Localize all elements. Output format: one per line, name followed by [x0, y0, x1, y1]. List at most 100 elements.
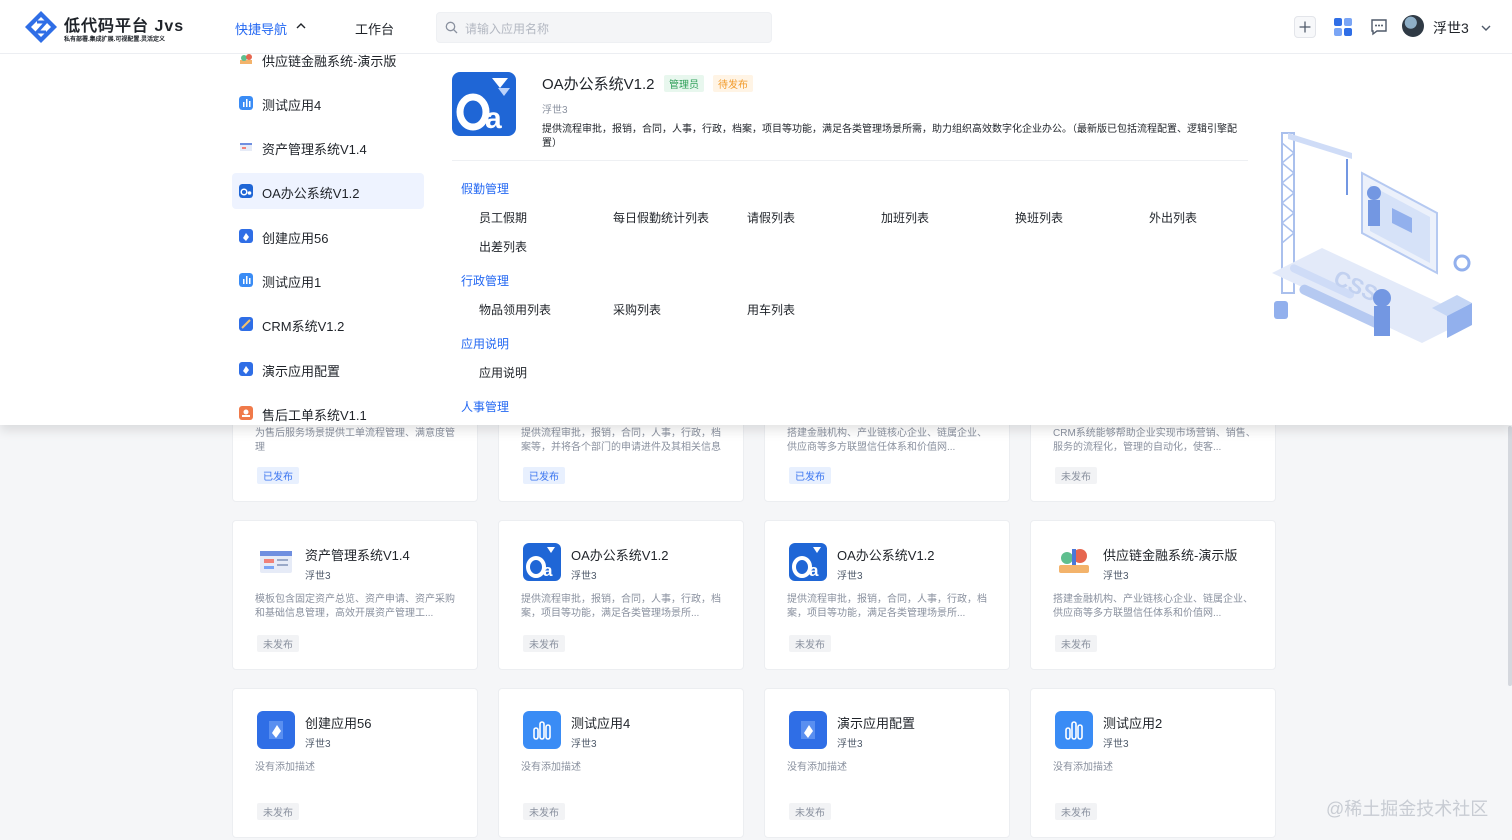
- status-badge: 未发布: [1055, 803, 1097, 820]
- sidebar-item-app[interactable]: OA办公系统V1.2: [232, 173, 424, 209]
- sidebar-item-app[interactable]: 资产管理系统V1.4: [232, 129, 424, 165]
- blue-app-icon: [239, 362, 253, 376]
- sidebar-item-app[interactable]: 测试应用4: [232, 85, 424, 121]
- asset-icon: [260, 551, 292, 573]
- oa-icon: a: [789, 543, 827, 581]
- menu-link[interactable]: 换班列表: [1015, 209, 1063, 226]
- card-description: 没有添加描述: [787, 762, 847, 773]
- card-description: 为售后服务场景提供工单流程管理、满意度管理: [255, 428, 455, 453]
- status-badge: 已发布: [789, 467, 831, 484]
- menu-group-title: 假勤管理: [461, 182, 510, 196]
- app-card[interactable]: 供应链金融系统-演示版 浮世3 搭建金融机构、产业链核心企业、链属企业、供应商等…: [1030, 520, 1276, 670]
- sidebar-item-app[interactable]: 售后工单系统V1.1: [232, 395, 424, 425]
- search-box[interactable]: [436, 12, 772, 43]
- search-input[interactable]: [463, 17, 767, 41]
- sidebar-item-app[interactable]: 创建应用56: [232, 218, 424, 254]
- menu-link[interactable]: 出差列表: [479, 238, 527, 255]
- card-title: 资产管理系统V1.4: [305, 548, 410, 563]
- menu-group-title: 应用说明: [461, 337, 510, 351]
- menu-link[interactable]: 外出列表: [1149, 209, 1197, 226]
- chart-app-icon: [239, 96, 253, 110]
- asset-icon: [240, 143, 252, 151]
- svg-text:a: a: [809, 561, 819, 580]
- status-badge: 未发布: [523, 803, 565, 820]
- card-description: 没有添加描述: [521, 762, 581, 773]
- top-header: 低代码平台 Jvs 私有部署.集成扩展.可视配置.灵活定义 快捷导航 工作台 浮…: [0, 0, 1512, 54]
- user-name[interactable]: 浮世3: [1433, 18, 1469, 38]
- sidebar-item-app[interactable]: CRM系统V1.2: [232, 306, 424, 342]
- sidebar-item-app[interactable]: 测试应用1: [232, 262, 424, 298]
- chevron-down-icon[interactable]: [1480, 22, 1492, 34]
- sidebar-item-label: 测试应用4: [262, 98, 322, 113]
- menu-link[interactable]: 应用说明: [479, 364, 527, 381]
- card-title: OA办公系统V1.2: [571, 548, 669, 563]
- crm-icon: [239, 317, 253, 331]
- card-description: 没有添加描述: [1053, 762, 1113, 773]
- sidebar-item-label: 供应链金融系统-演示版: [262, 54, 397, 69]
- card-title: 测试应用2: [1103, 716, 1163, 731]
- card-description: 搭建金融机构、产业链核心企业、链属企业、供应商等多方联盟信任体系和价值网...: [787, 428, 987, 453]
- app-card[interactable]: a OA办公系统V1.2 浮世3 提供流程审批，报销，合同，人事，行政，档案，项…: [764, 520, 1010, 670]
- admin-badge: 管理员: [664, 75, 704, 92]
- sidebar-item-app[interactable]: 供应链金融系统-演示版: [232, 53, 424, 77]
- app-card[interactable]: 测试应用2 浮世3 没有添加描述 未发布: [1030, 688, 1276, 838]
- card-description: 没有添加描述: [255, 762, 315, 773]
- svg-text:a: a: [543, 561, 553, 580]
- sidebar-item-label: CRM系统V1.2: [262, 319, 345, 334]
- sidebar-item-app[interactable]: 演示应用配置: [232, 351, 424, 387]
- watermark: @稀土掘金技术社区: [1326, 799, 1489, 819]
- menu-group-title: 人事管理: [461, 400, 510, 414]
- app-card[interactable]: a OA办公系统V1.2 浮世3 提供流程审批，报销，合同，人事，行政，档案，项…: [498, 520, 744, 670]
- avatar[interactable]: [1402, 15, 1424, 37]
- supply-chain-icon: [1059, 549, 1089, 573]
- menu-group-title: 行政管理: [461, 274, 510, 288]
- app-card[interactable]: 资产管理系统V1.4 浮世3 模板包含固定资产总览、资产申请、资产采购和基础信息…: [232, 520, 478, 670]
- card-description: CRM系统能够帮助企业实现市场营销、销售、服务的流程化，管理的自动化，使客...: [1053, 428, 1256, 453]
- detail-author: 浮世3: [542, 105, 568, 116]
- nav-quick[interactable]: 快捷导航: [235, 19, 287, 38]
- status-badge: 已发布: [257, 467, 299, 484]
- nav-workbench[interactable]: 工作台: [355, 19, 394, 38]
- status-badge: 待发布: [713, 75, 753, 92]
- chart-app-icon: [523, 711, 561, 749]
- status-badge: 未发布: [789, 803, 831, 820]
- status-badge: 未发布: [257, 635, 299, 652]
- app-card[interactable]: 测试应用4 浮世3 没有添加描述 未发布: [498, 688, 744, 838]
- menu-link[interactable]: 采购列表: [613, 301, 661, 318]
- oa-icon: a: [452, 72, 516, 136]
- card-author: 浮世3: [305, 571, 331, 582]
- card-title: 演示应用配置: [837, 716, 916, 731]
- app-card[interactable]: 演示应用配置 浮世3 没有添加描述 未发布: [764, 688, 1010, 838]
- add-icon[interactable]: [1294, 16, 1316, 38]
- apps-grid-icon[interactable]: [1332, 16, 1354, 38]
- card-author: 浮世3: [837, 739, 863, 750]
- chevron-up-icon[interactable]: [295, 20, 307, 32]
- sidebar-item-label: 资产管理系统V1.4: [262, 142, 367, 157]
- menu-link[interactable]: 加班列表: [881, 209, 929, 226]
- sidebar-item-label: 演示应用配置: [262, 364, 341, 379]
- card-description: 提供流程审批，报销，合同，人事，行政，档案，项目等功能，满足各类管理场景所...: [787, 594, 987, 619]
- card-description: 提供流程审批，报销，合同，人事，行政，档案等，并将各个部门的申请进件及其相关信息…: [521, 428, 721, 453]
- status-badge: 已发布: [523, 467, 565, 484]
- menu-link[interactable]: 请假列表: [747, 209, 795, 226]
- card-description: 提供流程审批，报销，合同，人事，行政，档案，项目等功能，满足各类管理场景所...: [521, 594, 721, 619]
- card-description: 模板包含固定资产总览、资产申请、资产采购和基础信息管理，高效开展资产管理工...: [255, 594, 455, 619]
- construction-illustration: CSS: [1272, 132, 1472, 343]
- quick-nav-dropdown: 供应链金融系统-演示版 测试应用4 资产管理系统V1.4 OA办公系统V1.2 …: [0, 53, 1512, 425]
- message-icon[interactable]: [1368, 16, 1390, 38]
- oa-icon: a: [523, 543, 561, 581]
- menu-link[interactable]: 每日假勤统计列表: [613, 209, 709, 226]
- card-title: 测试应用4: [571, 716, 631, 731]
- page-scrollbar[interactable]: [1508, 426, 1512, 686]
- logo-title: 低代码平台 Jvs: [64, 18, 185, 35]
- status-badge: 未发布: [523, 635, 565, 652]
- menu-link[interactable]: 员工假期: [479, 209, 527, 226]
- status-badge: 未发布: [789, 635, 831, 652]
- menu-link[interactable]: 用车列表: [747, 301, 795, 318]
- card-title: 创建应用56: [305, 716, 372, 731]
- app-card[interactable]: 创建应用56 浮世3 没有添加描述 未发布: [232, 688, 478, 838]
- card-author: 浮世3: [1103, 739, 1129, 750]
- menu-link[interactable]: 物品领用列表: [479, 301, 551, 318]
- blue-app-icon: [789, 711, 827, 749]
- status-badge: 未发布: [257, 803, 299, 820]
